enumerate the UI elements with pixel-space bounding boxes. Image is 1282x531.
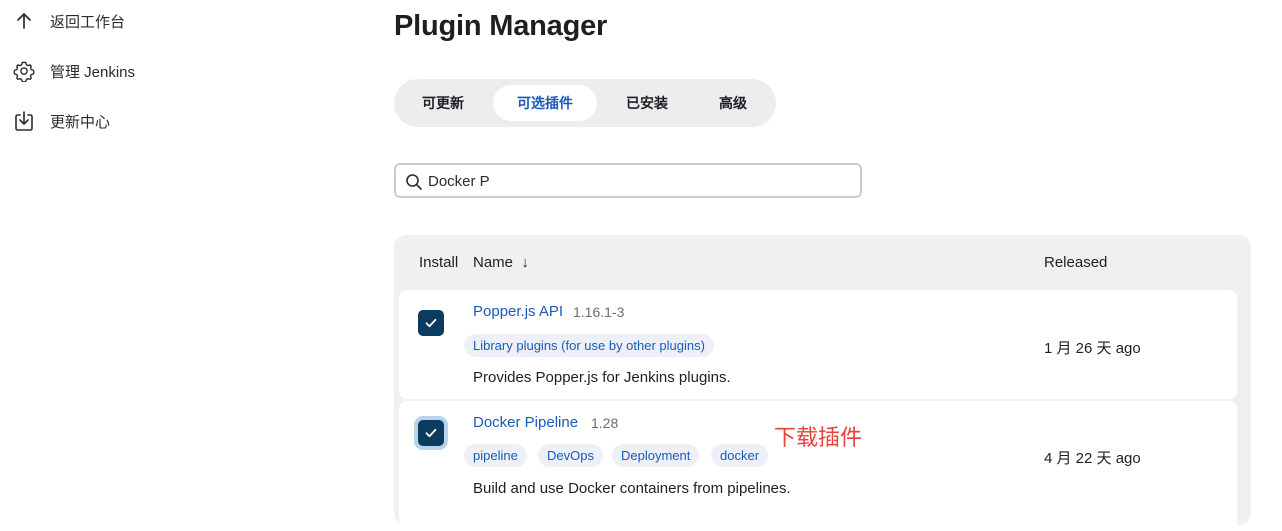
download-icon — [12, 109, 36, 133]
sidebar-item-back-to-dashboard[interactable]: 返回工作台 — [12, 8, 125, 34]
tab-installed[interactable]: 已安装 — [610, 85, 684, 121]
plugin-released: 4 月 22 天 ago — [1044, 450, 1141, 467]
sort-arrow-icon: ↓ — [521, 254, 529, 271]
column-header-install[interactable]: Install — [419, 254, 458, 271]
column-header-name[interactable]: Name ↓ — [473, 254, 529, 271]
sidebar-item-label: 更新中心 — [50, 113, 111, 131]
checkmark-icon — [425, 318, 437, 328]
search-icon — [405, 173, 423, 191]
checkmark-icon — [425, 428, 437, 438]
tab-bar: 可更新 可选插件 已安装 高级 — [394, 79, 776, 127]
annotation-label: 下载插件 — [774, 426, 863, 451]
search-input[interactable] — [428, 169, 848, 193]
plugin-tag[interactable]: DevOps — [538, 444, 603, 467]
tab-available-plugins[interactable]: 可选插件 — [493, 85, 597, 121]
column-header-released[interactable]: Released — [1044, 254, 1107, 271]
sidebar-item-update-center[interactable]: 更新中心 — [12, 108, 110, 134]
plugins-table: Install Name ↓ Released Popper.js API 1.… — [394, 235, 1251, 531]
gear-icon — [12, 59, 36, 83]
tab-updates[interactable]: 可更新 — [406, 85, 480, 121]
sidebar-item-label: 管理 Jenkins — [50, 63, 136, 81]
plugin-description: Provides Popper.js for Jenkins plugins. — [473, 369, 731, 386]
plugin-name-link[interactable]: Popper.js API — [473, 303, 563, 320]
tab-advanced[interactable]: 高级 — [697, 85, 769, 121]
plugin-version: 1.28 — [591, 415, 619, 431]
sidebar-item-label: 返回工作台 — [50, 13, 126, 31]
plugin-description: Build and use Docker containers from pip… — [473, 480, 791, 497]
install-checkbox[interactable] — [418, 310, 444, 336]
plugin-tag[interactable]: Deployment — [612, 444, 700, 467]
arrow-up-icon — [12, 9, 36, 33]
install-checkbox[interactable] — [418, 420, 444, 446]
plugin-version: 1.16.1-3 — [573, 304, 625, 320]
plugin-tag[interactable]: pipeline — [464, 444, 527, 467]
column-header-name-label: Name — [473, 254, 514, 271]
page-title: Plugin Manager — [394, 10, 608, 42]
sidebar-item-manage-jenkins[interactable]: 管理 Jenkins — [12, 58, 135, 84]
plugin-tag[interactable]: Library plugins (for use by other plugin… — [464, 334, 714, 357]
plugin-released: 1 月 26 天 ago — [1044, 340, 1141, 357]
search-box — [394, 163, 862, 198]
plugin-tag[interactable]: docker — [711, 444, 769, 467]
plugin-name-link[interactable]: Docker Pipeline — [473, 414, 578, 431]
table-row: Popper.js API 1.16.1-3 Library plugins (… — [399, 290, 1237, 399]
